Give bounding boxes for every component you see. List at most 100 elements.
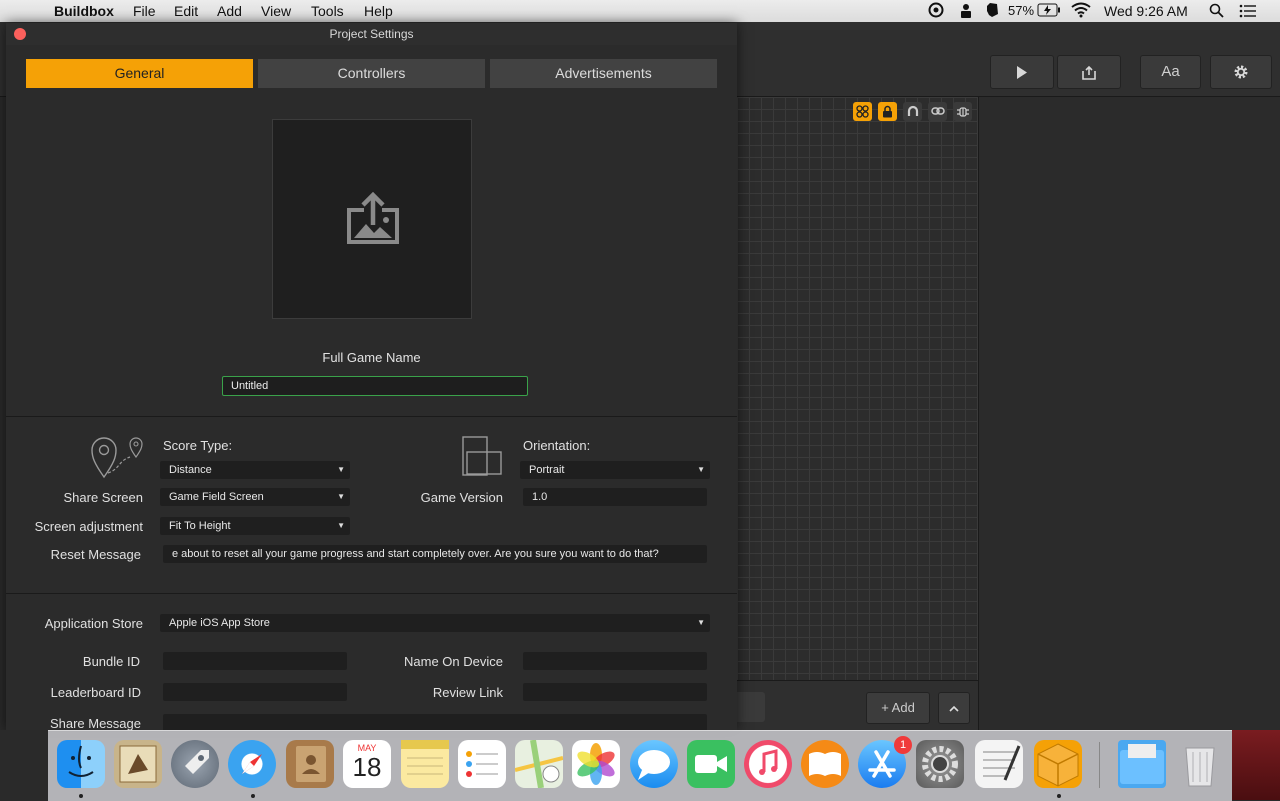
section-divider — [6, 416, 737, 417]
wifi-icon[interactable] — [1071, 2, 1091, 21]
menu-tools[interactable]: Tools — [311, 3, 344, 19]
safari-compass-icon[interactable] — [228, 740, 276, 788]
orientation-value: Portrait — [529, 464, 565, 476]
magnet-icon[interactable] — [903, 102, 922, 121]
menu-app-name[interactable]: Buildbox — [54, 3, 114, 19]
score-type-label: Score Type: — [163, 438, 233, 453]
reminders-icon[interactable] — [458, 740, 506, 788]
map-pin-route-icon — [90, 435, 146, 484]
link-icon[interactable] — [928, 102, 947, 121]
share-screen-dropdown[interactable]: Game Field Screen ▼ — [160, 488, 350, 506]
game-version-label: Game Version — [420, 490, 503, 505]
running-indicator — [251, 794, 255, 798]
add-button[interactable]: + Add — [866, 692, 930, 724]
bundle-id-label: Bundle ID — [82, 654, 140, 669]
expand-up-button[interactable] — [938, 692, 970, 724]
dropdown-arrow-icon: ▼ — [697, 465, 705, 474]
user-shield-icon[interactable] — [958, 2, 974, 22]
gear-icon — [1233, 63, 1249, 80]
tab-advertisements[interactable]: Advertisements — [490, 59, 717, 88]
export-button[interactable] — [1057, 55, 1121, 89]
messages-bubble-icon[interactable] — [630, 740, 678, 788]
share-message-label: Share Message — [49, 716, 141, 730]
play-icon — [1016, 63, 1028, 80]
notification-center-icon[interactable] — [1239, 4, 1257, 21]
photos-icon[interactable] — [572, 740, 620, 788]
share-screen-label: Share Screen — [63, 490, 144, 505]
reset-message-input[interactable]: e about to reset all your game progress … — [163, 545, 707, 563]
share-export-icon — [1081, 63, 1097, 80]
section-divider — [6, 593, 737, 594]
spotlight-search-icon[interactable] — [1209, 3, 1224, 21]
contacts-icon[interactable] — [286, 740, 334, 788]
application-store-dropdown[interactable]: Apple iOS App Store ▼ — [160, 614, 710, 632]
system-preferences-gear-icon[interactable] — [916, 740, 964, 788]
full-game-name-input[interactable]: Untitled — [222, 376, 528, 396]
battery-icon[interactable] — [1037, 3, 1061, 20]
project-settings-window: Project Settings General Controllers Adv… — [6, 23, 737, 730]
collapsed-button[interactable] — [737, 692, 765, 722]
finder-icon[interactable] — [57, 740, 105, 788]
dock-separator — [1099, 742, 1100, 788]
battery-percent[interactable]: 57% — [1008, 3, 1034, 18]
tab-general[interactable]: General — [26, 59, 253, 88]
launchpad-rocket-icon[interactable] — [171, 740, 219, 788]
textedit-icon[interactable] — [975, 740, 1023, 788]
buildbox-cube-icon[interactable] — [1034, 740, 1082, 788]
orientation-icon — [461, 435, 505, 484]
name-on-device-input[interactable] — [523, 652, 707, 670]
orientation-dropdown[interactable]: Portrait ▼ — [520, 461, 710, 479]
game-icon-upload[interactable] — [272, 119, 472, 319]
running-indicator — [79, 794, 83, 798]
lock-icon[interactable] — [878, 102, 897, 121]
downloads-folder-icon[interactable] — [1118, 740, 1166, 788]
menu-help[interactable]: Help — [364, 3, 393, 19]
close-window-button[interactable] — [14, 28, 26, 40]
mail-icon[interactable] — [114, 740, 162, 788]
play-button[interactable] — [990, 55, 1054, 89]
menu-file[interactable]: File — [133, 3, 156, 19]
grid-snap-icon[interactable] — [853, 102, 872, 121]
notes-icon[interactable] — [401, 740, 449, 788]
application-store-value: Apple iOS App Store — [169, 617, 270, 629]
menu-view[interactable]: View — [261, 3, 291, 19]
score-type-dropdown[interactable]: Distance ▼ — [160, 461, 350, 479]
trash-icon[interactable] — [1176, 740, 1224, 788]
tab-controllers[interactable]: Controllers — [258, 59, 485, 88]
font-button[interactable]: Aa — [1140, 55, 1201, 89]
evernote-icon[interactable] — [984, 2, 1000, 22]
review-link-label: Review Link — [432, 685, 503, 700]
leaderboard-id-input[interactable] — [163, 683, 347, 701]
dropdown-arrow-icon: ▼ — [697, 618, 705, 627]
calendar-icon[interactable]: MAY 18 — [343, 740, 391, 788]
application-store-label: Application Store — [44, 616, 143, 631]
settings-button[interactable] — [1210, 55, 1272, 89]
itunes-music-icon[interactable] — [744, 740, 792, 788]
share-message-input[interactable] — [163, 714, 707, 730]
desktop-wallpaper — [1232, 730, 1280, 800]
status-circle-icon[interactable] — [928, 2, 944, 21]
bundle-id-input[interactable] — [163, 652, 347, 670]
game-version-input[interactable]: 1.0 — [523, 488, 707, 506]
right-properties-panel — [978, 97, 1280, 730]
screen-adjustment-dropdown[interactable]: Fit To Height ▼ — [160, 517, 350, 535]
dropdown-arrow-icon: ▼ — [337, 465, 345, 474]
full-game-name-label: Full Game Name — [322, 350, 421, 365]
dropdown-arrow-icon: ▼ — [337, 492, 345, 501]
debug-bug-icon[interactable] — [953, 102, 972, 121]
ibooks-icon[interactable] — [801, 740, 849, 788]
maps-icon[interactable] — [514, 739, 564, 789]
facetime-icon[interactable] — [687, 740, 735, 788]
menu-edit[interactable]: Edit — [174, 3, 198, 19]
desktop-background — [0, 730, 48, 800]
calendar-day: 18 — [352, 752, 382, 782]
review-link-input[interactable] — [523, 683, 707, 701]
menubar-clock[interactable]: Wed 9:26 AM — [1104, 3, 1188, 19]
window-title: Project Settings — [6, 23, 737, 45]
leaderboard-id-label: Leaderboard ID — [50, 685, 141, 700]
screen-adjustment-value: Fit To Height — [169, 520, 231, 532]
canvas-grid[interactable] — [737, 97, 978, 680]
app-store-icon[interactable]: 1 — [858, 736, 912, 788]
app-store-badge: 1 — [894, 736, 912, 754]
menu-add[interactable]: Add — [217, 3, 242, 19]
